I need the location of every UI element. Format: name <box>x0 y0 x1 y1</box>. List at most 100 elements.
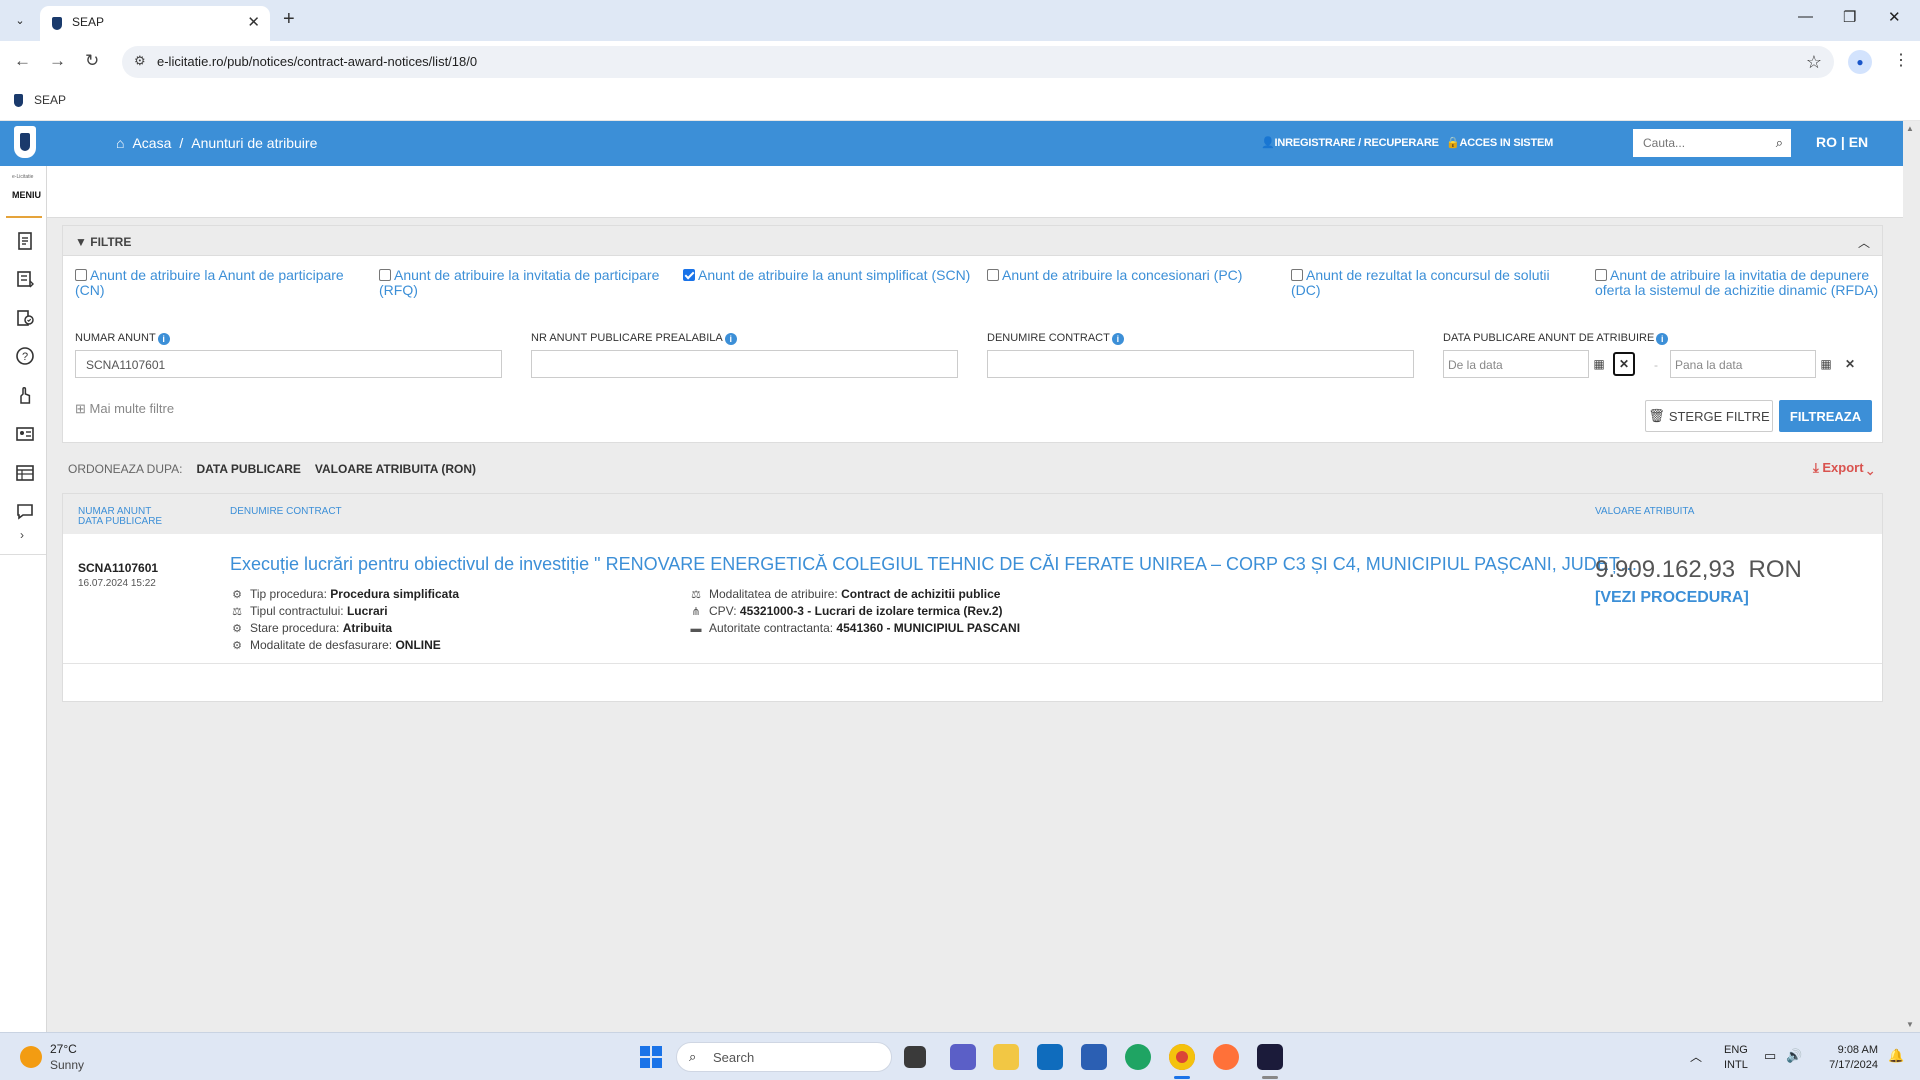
info-icon[interactable]: i <box>157 333 170 345</box>
home-icon[interactable]: ⌂ <box>116 135 124 151</box>
col-numar-anunt[interactable]: NUMAR ANUNT DATA PUBLICARE <box>78 507 162 527</box>
sort-by-date[interactable]: DATA PUBLICARE <box>196 462 300 476</box>
breadcrumb-home[interactable]: Acasa <box>132 135 171 151</box>
bookmark-star-icon[interactable]: ☆ <box>1806 52 1822 73</box>
notifications-icon[interactable]: 🔔 <box>1888 1048 1904 1064</box>
sidebar-chat-icon[interactable] <box>14 500 36 522</box>
collapse-chevron-icon[interactable]: ︿ <box>1858 234 1870 251</box>
edge-icon[interactable] <box>1125 1044 1151 1070</box>
new-tab-icon[interactable]: + <box>283 8 295 31</box>
sidebar-contact-card-icon[interactable] <box>14 423 36 445</box>
checkbox-box[interactable] <box>379 269 391 281</box>
checkbox-box[interactable] <box>1291 269 1303 281</box>
checkbox-rfda[interactable]: Anunt de atribuire la invitatia de depun… <box>1595 268 1885 298</box>
clear-filters-button[interactable]: 🗑 STERGE FILTRE <box>1645 400 1773 432</box>
checkbox-pc[interactable]: Anunt de atribuire la concesionari (PC) <box>987 268 1277 283</box>
sidebar-separator <box>0 554 46 555</box>
sidebar-expand-chevron-icon[interactable]: › <box>20 528 24 542</box>
browser-tab[interactable]: SEAP ✕ <box>40 6 270 41</box>
weather-description[interactable]: Sunny <box>50 1058 84 1072</box>
taskbar-search[interactable]: ⌕ Search <box>676 1042 892 1072</box>
checkbox-box-checked[interactable] <box>683 269 695 281</box>
sidebar-tasks-icon[interactable] <box>14 307 36 329</box>
bookmark-seap[interactable]: SEAP <box>34 93 66 107</box>
menu-label[interactable]: MENIU <box>12 190 41 200</box>
more-filters-toggle[interactable]: ⊞ Mai multe filtre <box>75 401 174 417</box>
results-header: NUMAR ANUNT DATA PUBLICARE DENUMIRE CONTR… <box>63 494 1882 534</box>
checkbox-box[interactable] <box>987 269 999 281</box>
volume-icon[interactable]: 🔊 <box>1786 1048 1802 1064</box>
clear-date-from-icon[interactable]: ✕ <box>1613 352 1635 376</box>
login-link[interactable]: 🔒ACCES IN SISTEM <box>1446 136 1553 149</box>
app-w-icon[interactable] <box>1257 1044 1283 1070</box>
numar-anunt-input[interactable]: SCNA1107601 <box>75 350 502 378</box>
site-info-icon[interactable]: ⚙ <box>134 53 146 69</box>
windows-start-icon[interactable] <box>640 1046 662 1068</box>
restore-icon[interactable]: ❐ <box>1843 8 1856 26</box>
chrome-icon[interactable] <box>1169 1044 1195 1070</box>
minimize-icon[interactable]: — <box>1798 8 1813 25</box>
tray-chevron-up-icon[interactable]: ︿ <box>1690 1048 1702 1065</box>
date-to-input[interactable]: Pana la data <box>1670 350 1816 378</box>
profile-icon[interactable]: ● <box>1848 50 1872 74</box>
back-icon[interactable]: ← <box>14 51 31 71</box>
sidebar-hand-icon[interactable] <box>14 384 36 406</box>
checkbox-cn[interactable]: Anunt de atribuire la Anunt de participa… <box>75 268 365 298</box>
col-denumire-contract[interactable]: DENUMIRE CONTRACT <box>230 507 342 517</box>
col-valoare-atribuita[interactable]: VALOARE ATRIBUITA <box>1595 507 1694 517</box>
attr-modalitate-atribuire: ⚖ Modalitatea de atribuire: Contract de a… <box>689 587 1000 601</box>
input-language[interactable]: ENG INTL <box>1724 1043 1748 1073</box>
clear-date-to-icon[interactable]: ✕ <box>1839 350 1861 378</box>
nr-prealabil-input[interactable] <box>531 350 958 378</box>
checkbox-box[interactable] <box>1595 269 1607 281</box>
notice-number: SCNA1107601 <box>78 561 159 575</box>
calendar-icon[interactable]: ▦ <box>1588 350 1610 378</box>
checkbox-box[interactable] <box>75 269 87 281</box>
info-icon[interactable]: i <box>1656 333 1669 345</box>
filters-header[interactable]: ▼ FILTRE ︿ <box>63 226 1882 256</box>
view-procedure-link[interactable]: [VEZI PROCEDURA] <box>1595 589 1749 607</box>
denumire-contract-input[interactable] <box>987 350 1414 378</box>
info-icon[interactable]: i <box>1111 333 1124 345</box>
sidebar-document-icon[interactable] <box>14 230 36 252</box>
store-icon[interactable] <box>1081 1044 1107 1070</box>
scroll-up-arrow-icon[interactable]: ▲ <box>1906 124 1914 133</box>
export-button[interactable]: ⤓ Export ⌄ <box>1813 460 1873 476</box>
sun-icon[interactable] <box>20 1046 42 1068</box>
tab-search-chevron-icon[interactable]: ⌄ <box>10 10 30 30</box>
info-icon[interactable]: i <box>724 333 737 345</box>
network-icon[interactable]: ▭ <box>1764 1048 1776 1064</box>
attr-tip-procedura: ⚙ Tip procedura: Procedura simplificata <box>230 587 459 601</box>
url-text[interactable]: e-licitatie.ro/pub/notices/contract-awar… <box>157 54 477 69</box>
language-switcher[interactable]: RO | EN <box>1816 134 1868 150</box>
task-view-icon[interactable] <box>904 1046 926 1068</box>
contract-title-link[interactable]: Execuție lucrări pentru obiectivul de in… <box>230 554 1642 575</box>
sidebar-help-icon[interactable]: ? <box>14 345 36 367</box>
register-link[interactable]: 👤INREGISTRARE / RECUPERARE <box>1261 136 1439 149</box>
reload-icon[interactable]: ↻ <box>85 51 99 71</box>
seap-logo[interactable] <box>14 126 36 158</box>
search-input[interactable] <box>1633 129 1761 157</box>
checkbox-scn[interactable]: Anunt de atribuire la anunt simplificat … <box>683 268 973 283</box>
sort-by-value[interactable]: VALOARE ATRIBUITA (RON) <box>315 462 476 476</box>
omnibox[interactable]: ⚙ e-licitatie.ro/pub/notices/contract-aw… <box>122 46 1834 78</box>
calendar-icon[interactable]: ▦ <box>1815 350 1837 378</box>
filter-button[interactable]: FILTREAZA <box>1779 400 1872 432</box>
checkbox-dc[interactable]: Anunt de rezultat la concursul de soluti… <box>1291 268 1581 298</box>
search-icon[interactable]: ⌕ <box>1776 135 1783 151</box>
date-from-input[interactable]: De la data <box>1443 350 1589 378</box>
sidebar-table-icon[interactable] <box>14 462 36 484</box>
forward-icon[interactable]: → <box>49 51 66 71</box>
teams-icon[interactable] <box>950 1044 976 1070</box>
checkbox-rfq[interactable]: Anunt de atribuire la invitatia de parti… <box>379 268 669 298</box>
tray-clock[interactable]: 9:08 AM 7/17/2024 <box>1818 1043 1878 1073</box>
scroll-down-arrow-icon[interactable]: ▼ <box>1906 1020 1914 1029</box>
outlook-icon[interactable] <box>1037 1044 1063 1070</box>
weather-temperature[interactable]: 27°C <box>50 1042 77 1056</box>
firefox-icon[interactable] <box>1213 1044 1239 1070</box>
file-explorer-icon[interactable] <box>993 1044 1019 1070</box>
window-close-icon[interactable]: ✕ <box>1888 8 1901 26</box>
browser-menu-icon[interactable]: ⋮ <box>1893 50 1909 70</box>
sidebar-list-icon[interactable] <box>14 268 36 290</box>
tab-close-icon[interactable]: ✕ <box>247 13 260 31</box>
